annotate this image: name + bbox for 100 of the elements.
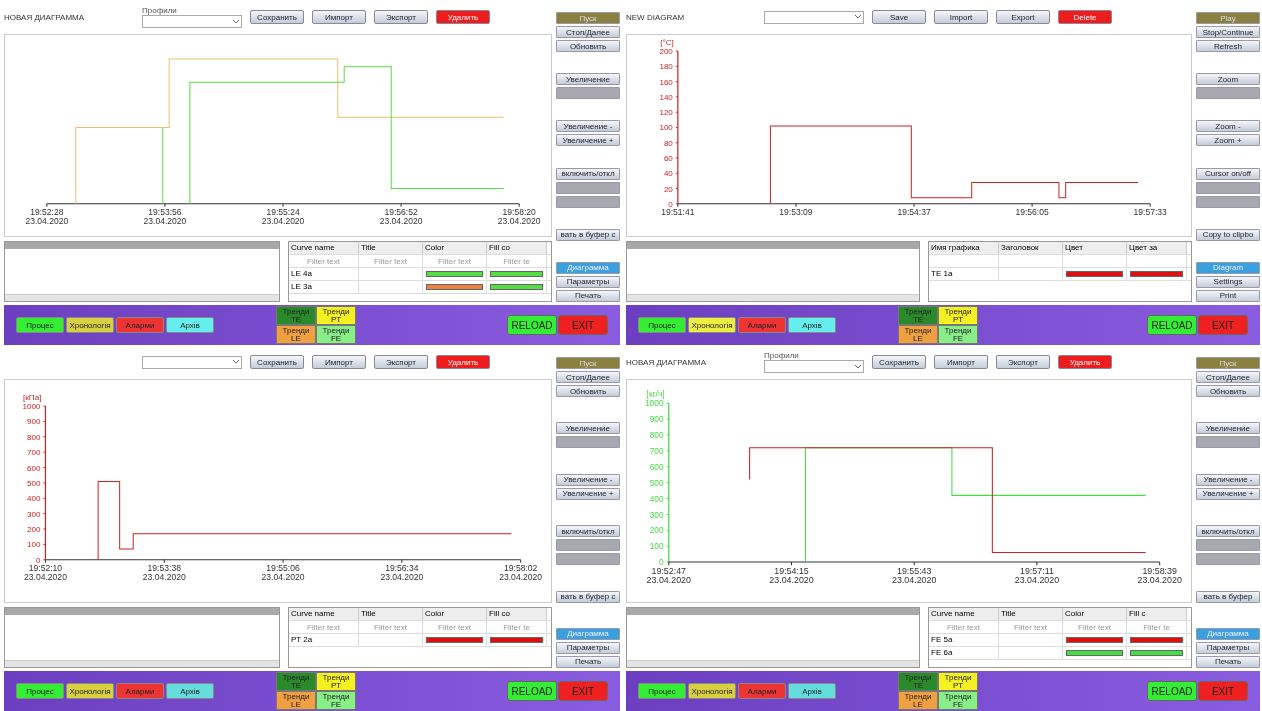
view-tab[interactable]: Print [1196, 289, 1260, 302]
side-button[interactable]: Refresh [1196, 40, 1260, 52]
side-button[interactable]: Обновить [556, 40, 620, 52]
nav-button[interactable]: Хронологія [688, 683, 736, 699]
delete-button[interactable]: Удалить [1058, 355, 1112, 369]
trend-button[interactable]: Тренди LE [276, 691, 316, 710]
trend-button[interactable]: Тренди PT [316, 672, 356, 691]
header-button[interactable]: Импорт [312, 10, 366, 24]
action-button[interactable]: RELOAD [1147, 315, 1197, 335]
action-button[interactable]: RELOAD [507, 315, 557, 335]
trend-button[interactable]: Тренди PT [316, 306, 356, 325]
nav-button[interactable]: Архів [788, 317, 836, 333]
side-button[interactable]: включить/откл [556, 167, 620, 180]
side-button[interactable]: вать в буфер с [556, 228, 620, 241]
header-button[interactable]: Save [872, 10, 926, 24]
profile-dropdown[interactable] [764, 10, 864, 24]
nav-button[interactable]: Аларми [738, 317, 786, 333]
nav-button[interactable]: Процес [16, 683, 64, 699]
nav-button[interactable]: Процес [638, 683, 686, 699]
side-button[interactable]: Zoom [1196, 73, 1260, 86]
x-tick-date: 23.04.2020 [380, 572, 424, 582]
side-button[interactable]: вать в буфер [1196, 590, 1260, 603]
trend-button[interactable]: Тренди PT [938, 672, 978, 691]
view-tab[interactable]: Печать [1196, 655, 1260, 668]
caret-icon [233, 360, 239, 364]
side-button[interactable]: включить/откл [1196, 525, 1260, 538]
side-button[interactable]: Увеличение [1196, 422, 1260, 435]
delete-button[interactable]: Удалить [436, 10, 490, 24]
side-button[interactable]: Stop/Continue [1196, 26, 1260, 38]
side-button[interactable]: Увеличение - [556, 473, 620, 486]
side-button[interactable]: Copy to clipbo [1196, 228, 1260, 241]
trend-button[interactable]: Тренди FE [316, 325, 356, 344]
delete-button[interactable]: Удалить [436, 355, 490, 369]
view-tab[interactable]: Печать [556, 655, 620, 668]
side-button[interactable]: Стоп/Далее [556, 371, 620, 383]
nav-button[interactable]: Аларми [116, 683, 164, 699]
profile-dropdown[interactable] [764, 360, 864, 373]
header-button[interactable]: Экспорт [374, 355, 428, 369]
nav-button[interactable]: Аларми [116, 317, 164, 333]
action-button[interactable]: RELOAD [1147, 681, 1197, 701]
trend-button[interactable]: Тренди TE [898, 306, 938, 325]
side-button[interactable]: вать в буфер с [556, 590, 620, 603]
nav-button[interactable]: Хронологія [66, 683, 114, 699]
profile-dropdown[interactable] [142, 355, 242, 369]
nav-button[interactable]: Архів [166, 317, 214, 333]
side-button[interactable]: Увеличение [556, 422, 620, 435]
nav-button[interactable]: Процес [638, 317, 686, 333]
trend-button[interactable]: Тренди TE [898, 672, 938, 691]
side-button[interactable]: Обновить [556, 385, 620, 397]
nav-button[interactable]: Хронологія [66, 317, 114, 333]
nav-button[interactable]: Аларми [738, 683, 786, 699]
trend-button[interactable]: Тренди LE [898, 691, 938, 710]
side-button[interactable]: включить/откл [556, 525, 620, 538]
action-button[interactable]: RELOAD [507, 681, 557, 701]
view-tab[interactable]: Settings [1196, 275, 1260, 288]
header-button[interactable]: Импорт [934, 355, 988, 369]
profile-dropdown[interactable] [142, 15, 242, 28]
action-button[interactable]: EXIT [558, 315, 608, 335]
header-button[interactable]: Сохранить [250, 355, 304, 369]
trend-button[interactable]: Тренди PT [938, 306, 978, 325]
trend-button[interactable]: Тренди FE [938, 325, 978, 344]
trend-button[interactable]: Тренди LE [898, 325, 938, 344]
trend-button[interactable]: Тренди FE [316, 691, 356, 710]
header-button[interactable]: Экспорт [374, 10, 428, 24]
trend-button[interactable]: Тренди TE [276, 306, 316, 325]
side-button[interactable]: Увеличение + [556, 487, 620, 500]
header-button[interactable]: Import [934, 10, 988, 24]
trend-button[interactable]: Тренди FE [938, 691, 978, 710]
side-button[interactable]: Zoom - [1196, 120, 1260, 133]
header-button[interactable]: Сохранить [250, 10, 304, 24]
trend-button[interactable]: Тренди TE [276, 672, 316, 691]
side-button[interactable]: Увеличение [556, 73, 620, 86]
delete-button[interactable]: Delete [1058, 10, 1112, 24]
side-button[interactable]: Увеличение - [1196, 473, 1260, 486]
side-button[interactable]: Стоп/Далее [556, 26, 620, 38]
trend-button[interactable]: Тренди LE [276, 325, 316, 344]
side-button[interactable]: Увеличение + [1196, 487, 1260, 500]
header-button[interactable]: Импорт [312, 355, 366, 369]
header-button[interactable]: Сохранить [872, 355, 926, 369]
side-button[interactable]: Стоп/Далее [1196, 371, 1260, 383]
side-button[interactable]: Увеличение + [556, 134, 620, 147]
action-button[interactable]: EXIT [558, 681, 608, 701]
side-button[interactable]: Zoom + [1196, 134, 1260, 147]
side-button[interactable]: Обновить [1196, 385, 1260, 397]
side-button[interactable]: Увеличение - [556, 120, 620, 133]
action-button[interactable]: EXIT [1198, 315, 1248, 335]
side-button[interactable]: Cursor on/off [1196, 167, 1260, 180]
header-button[interactable]: Export [996, 10, 1050, 24]
header-button[interactable]: Экспорт [996, 355, 1050, 369]
view-tab[interactable]: Параметры [556, 275, 620, 288]
nav-button[interactable]: Хронологія [688, 317, 736, 333]
y-tick-label: 800 [649, 430, 664, 441]
nav-button[interactable]: Процес [16, 317, 64, 333]
action-button[interactable]: EXIT [1198, 681, 1248, 701]
nav-button[interactable]: Архів [166, 683, 214, 699]
nav-button[interactable]: Архів [788, 683, 836, 699]
view-tab[interactable]: Параметры [556, 641, 620, 654]
view-tab[interactable]: Параметры [1196, 641, 1260, 654]
view-tab[interactable]: Печать [556, 289, 620, 302]
y-tick-label: 0 [668, 199, 673, 209]
